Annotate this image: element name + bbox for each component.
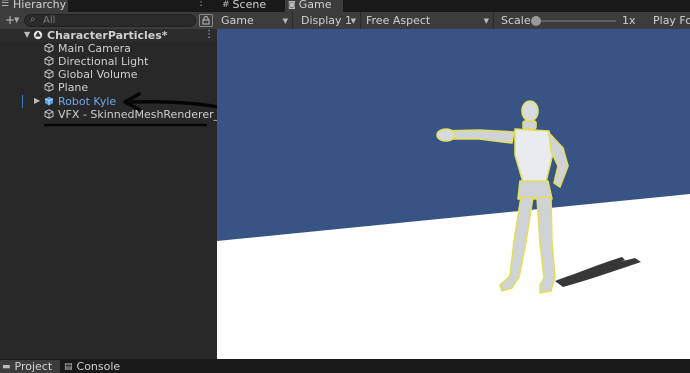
- display-mode-dropdown[interactable]: Game ▼: [217, 12, 293, 29]
- aspect-label: Free Aspect: [366, 14, 431, 27]
- scale-label: Scale: [501, 14, 531, 27]
- scene-tab-icon: #: [222, 0, 230, 10]
- tab-game-label: Game: [298, 0, 332, 11]
- game-render: [217, 100, 690, 359]
- game-toolbar: Game ▼ Display 1 ▼ Free Aspect ▼ Scale 1…: [217, 12, 690, 30]
- tab-console-label: Console: [76, 360, 121, 373]
- chevron-down-icon: ▼: [483, 16, 489, 25]
- tab-project[interactable]: ▬ Project: [0, 360, 60, 373]
- ground-plane: [217, 194, 690, 359]
- tab-project-label: Project: [14, 360, 53, 373]
- game-tab-icon: ◙: [288, 0, 296, 9]
- scale-value: 1x: [622, 14, 636, 27]
- chevron-down-icon: ▼: [282, 16, 288, 25]
- annotation-arrow: [44, 92, 233, 127]
- play-focused-dropdown[interactable]: Play Fo: [653, 12, 690, 29]
- display-label: Display 1: [301, 14, 353, 27]
- game-viewport[interactable]: [217, 29, 690, 359]
- tab-console[interactable]: ▤ Console: [64, 360, 120, 373]
- scale-slider-thumb[interactable]: [531, 16, 541, 26]
- scale-slider[interactable]: [534, 20, 616, 22]
- project-folder-icon: ▬: [2, 361, 11, 372]
- tab-game[interactable]: ◙ Game: [285, 0, 343, 12]
- tab-scene[interactable]: # Scene: [222, 0, 266, 12]
- display-dropdown[interactable]: Display 1 ▼: [295, 12, 361, 29]
- tab-scene-label: Scene: [232, 0, 267, 11]
- display-mode-label: Game: [221, 14, 254, 27]
- game-tabbar: # Scene ◙ Game: [217, 0, 690, 12]
- bottom-tabbar: ▬ Project ▤ Console: [0, 359, 690, 373]
- aspect-dropdown[interactable]: Free Aspect ▼: [362, 12, 494, 29]
- chevron-down-icon: ▼: [350, 16, 356, 25]
- console-icon: ▤: [64, 361, 73, 372]
